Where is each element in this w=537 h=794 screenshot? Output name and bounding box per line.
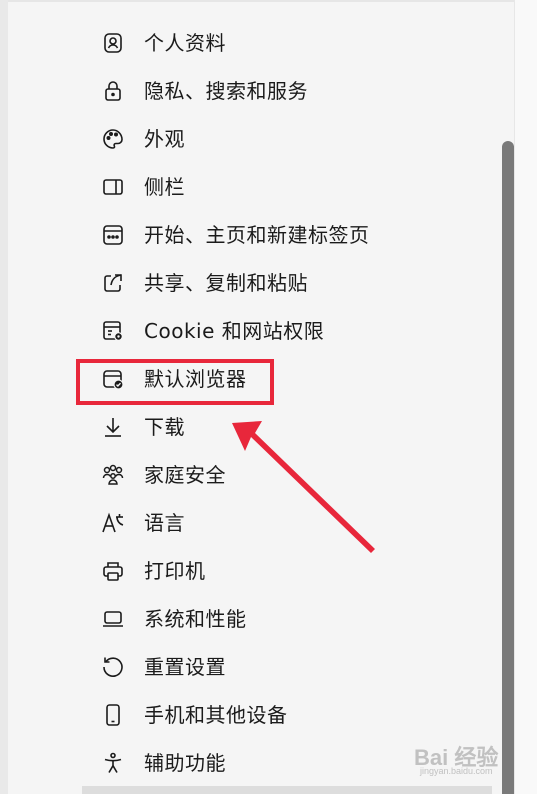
settings-page: 个人资料 隐私、搜索和服务 外观 侧栏 开始、主页和新建标签页 共享、复制和粘贴… <box>0 0 537 794</box>
nav-label: 系统和性能 <box>144 607 247 631</box>
accessibility-icon <box>101 751 125 775</box>
sidebar-icon <box>101 175 125 199</box>
laptop-icon <box>101 607 125 631</box>
nav-label: 辅助功能 <box>144 751 226 775</box>
nav-label: 打印机 <box>144 559 206 583</box>
nav-label: 共享、复制和粘贴 <box>144 271 308 295</box>
nav-item-system[interactable]: 系统和性能 <box>0 595 500 643</box>
nav-item-start-home[interactable]: 开始、主页和新建标签页 <box>0 211 500 259</box>
nav-label: Cookie 和网站权限 <box>144 319 325 343</box>
nav-label: 外观 <box>144 127 185 151</box>
nav-label: 重置设置 <box>144 655 226 679</box>
phone-icon <box>101 703 125 727</box>
nav-item-share[interactable]: 共享、复制和粘贴 <box>0 259 500 307</box>
reset-icon <box>101 655 125 679</box>
nav-item-sidebar[interactable]: 侧栏 <box>0 163 500 211</box>
nav-label: 个人资料 <box>144 31 226 55</box>
nav-label: 隐私、搜索和服务 <box>144 79 308 103</box>
highlight-box <box>76 359 274 405</box>
nav-label: 手机和其他设备 <box>144 703 288 727</box>
printer-icon <box>101 559 125 583</box>
download-icon <box>101 415 125 439</box>
site-permissions-icon <box>101 319 125 343</box>
nav-label: 语言 <box>144 511 185 535</box>
red-arrow-annotation <box>232 421 375 553</box>
nav-item-appearance[interactable]: 外观 <box>0 115 500 163</box>
nav-label: 下载 <box>144 415 185 439</box>
bottom-bar <box>82 786 492 794</box>
start-home-icon <box>101 223 125 247</box>
watermark-url: jingyan.baidu.com <box>420 766 493 776</box>
nav-item-profile[interactable]: 个人资料 <box>0 19 500 67</box>
nav-label: 侧栏 <box>144 175 185 199</box>
nav-label: 家庭安全 <box>144 463 226 487</box>
share-icon <box>101 271 125 295</box>
nav-item-reset[interactable]: 重置设置 <box>0 643 500 691</box>
profile-icon <box>101 31 125 55</box>
language-icon <box>101 511 125 535</box>
nav-item-cookies[interactable]: Cookie 和网站权限 <box>0 307 500 355</box>
nav-label: 开始、主页和新建标签页 <box>144 223 370 247</box>
watermark: Bai 经验 jingyan.baidu.com <box>388 738 508 782</box>
lock-icon <box>101 79 125 103</box>
nav-item-privacy[interactable]: 隐私、搜索和服务 <box>0 67 500 115</box>
panel-top-divider <box>8 0 514 2</box>
nav-item-phone-devices[interactable]: 手机和其他设备 <box>0 691 500 739</box>
scrollbar-track[interactable] <box>514 0 537 794</box>
family-icon <box>101 463 125 487</box>
palette-icon <box>101 127 125 151</box>
scrollbar-thumb[interactable] <box>502 141 514 794</box>
